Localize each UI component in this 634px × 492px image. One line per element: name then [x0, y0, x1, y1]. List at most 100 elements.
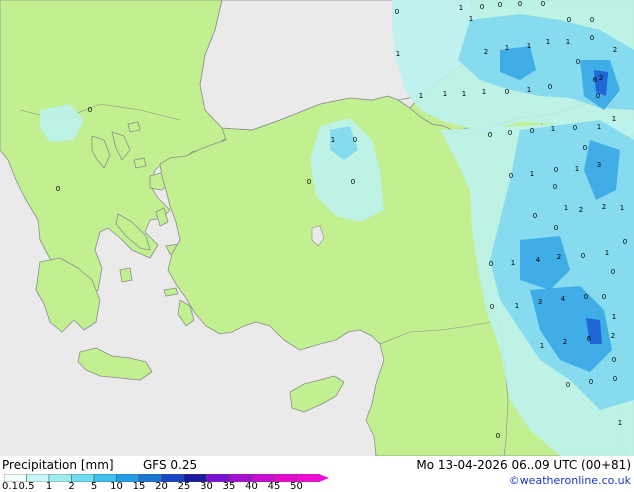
- precip-value-label: 0: [488, 131, 492, 139]
- legend-tick: 45: [267, 481, 281, 492]
- precip-value-label: 2: [611, 332, 615, 340]
- precip-value-label: 2: [599, 74, 603, 82]
- precip-value-label: 1: [620, 204, 624, 212]
- precip-value-label: 1: [618, 419, 622, 427]
- naxos-island: [119, 267, 133, 283]
- precip-value-label: 2: [557, 253, 561, 261]
- precip-value-label: 1: [546, 38, 550, 46]
- precip-value-label: 0: [567, 16, 571, 24]
- precip-value-label: 0: [584, 293, 588, 301]
- credit-link[interactable]: ©weatheronline.co.uk: [509, 474, 631, 487]
- precip-value-label: 2: [579, 206, 583, 214]
- precip-value-label: 0: [583, 144, 587, 152]
- precip-value-label: 0: [573, 124, 577, 132]
- precip-value-label: 1: [527, 86, 531, 94]
- legend-tick: 0.5: [18, 481, 35, 492]
- legend-title: Precipitation [mm]: [2, 458, 114, 472]
- thasos-island: [127, 121, 141, 133]
- precip-value-label: 0: [566, 381, 570, 389]
- precip-value-label: 0: [56, 185, 60, 193]
- precip-value-label: 0: [353, 136, 357, 144]
- precip-value-label: 0: [596, 92, 600, 100]
- precip-value-label: 1: [419, 92, 423, 100]
- precip-value-label: 1: [331, 136, 335, 144]
- precip-value-label: 2: [602, 203, 606, 211]
- precip-value-label: 0: [554, 166, 558, 174]
- precip-value-label: 1: [396, 50, 400, 58]
- precip-value-label: 1: [482, 88, 486, 96]
- legend-tick: 35: [222, 481, 236, 492]
- precip-value-label: 0: [576, 58, 580, 66]
- lemnos-island: [133, 157, 147, 169]
- legend-tick: 2: [68, 481, 75, 492]
- precip-value-label: 0: [351, 178, 355, 186]
- precip-value-label: 0: [505, 88, 509, 96]
- legend-tick: 15: [132, 481, 146, 492]
- precip-value-label: 1: [540, 342, 544, 350]
- precip-value-label: 0: [509, 172, 513, 180]
- precip-value-label: 1: [575, 165, 579, 173]
- precip-value-label: 2: [484, 48, 488, 56]
- precip-value-label: 1: [597, 123, 601, 131]
- precip-value-label: 1: [612, 313, 616, 321]
- legend-tick: 1: [45, 481, 53, 492]
- legend-tick: 20: [155, 481, 168, 492]
- legend-tick: 40: [245, 481, 258, 492]
- precip-value-label: 0: [490, 303, 494, 311]
- precip-value-label: 0: [553, 183, 557, 191]
- forecast-datetime: Mo 13-04-2026 06..09 UTC (00+81): [416, 458, 631, 472]
- precipitation-map: 0 1 0 0 0 01 0 01 2 1 1 1 1 0206 201 1 1 1 0 1 0101 00 0 0 1 0 101…: [0, 0, 634, 456]
- legend-arrow: [319, 474, 329, 482]
- precip-value-label: 0: [612, 356, 616, 364]
- precip-value-label: 0: [508, 129, 512, 137]
- model-label: GFS 0.25: [143, 458, 198, 472]
- precip-value-label: 0: [489, 260, 493, 268]
- precip-value-label: 0: [88, 106, 92, 114]
- precip-value-label: 0: [480, 3, 484, 11]
- precip-value-label: 0: [496, 432, 500, 440]
- precip-value-label: 0: [613, 375, 617, 383]
- precip-value-label: 1: [564, 204, 568, 212]
- precip-value-label: 0: [581, 252, 585, 260]
- precip-value-label: 0: [307, 178, 311, 186]
- precip-value-label: 0: [590, 16, 594, 24]
- precip-value-label: 1: [530, 170, 534, 178]
- precip-value-label: 1: [566, 38, 570, 46]
- precip-value-label: 1: [551, 125, 555, 133]
- precip-value-label: 0: [533, 212, 537, 220]
- precip-value-label: 0: [554, 224, 558, 232]
- precip-value-label: 1: [515, 302, 519, 310]
- precip-value-label: 4: [536, 256, 541, 264]
- precip-value-label: 3: [538, 298, 542, 306]
- precip-value-label: 6: [587, 335, 592, 343]
- precip-value-label: 1: [605, 249, 609, 257]
- precip-value-label: 0: [548, 83, 552, 91]
- precip-value-label: 1: [505, 44, 509, 52]
- precip-value-label: 0: [590, 34, 594, 42]
- precip-value-label: 3: [597, 161, 601, 169]
- precip-value-label: 0: [498, 1, 502, 9]
- legend-tick: 5: [90, 481, 98, 492]
- precip-value-label: 0: [541, 0, 545, 8]
- precip-value-label: 1: [462, 90, 466, 98]
- legend-tick: 0.1: [2, 481, 18, 492]
- precip-value-label: 0: [530, 127, 534, 135]
- precip-value-label: 2: [563, 338, 567, 346]
- precip-value-label: 6: [593, 76, 598, 84]
- legend-tick: 30: [200, 481, 213, 492]
- precip-value-label: 0: [518, 0, 522, 8]
- precip-value-label: 4: [561, 295, 566, 303]
- precip-value-label: 1: [527, 42, 531, 50]
- precip-value-label: 0: [589, 378, 593, 386]
- legend-tick: 10: [110, 481, 123, 492]
- precip-value-label: 1: [459, 4, 463, 12]
- precip-value-label: 1: [511, 259, 515, 267]
- precip-value-label: 1: [612, 115, 616, 123]
- precip-value-label: 0: [395, 8, 399, 16]
- legend-tick: 25: [177, 481, 191, 492]
- precip-value-label: 0: [602, 293, 606, 301]
- legend-tick: 50: [290, 481, 303, 492]
- precip-value-label: 1: [443, 90, 447, 98]
- precip-value-label: 1: [469, 15, 473, 23]
- precip-value-label: 0: [623, 238, 627, 246]
